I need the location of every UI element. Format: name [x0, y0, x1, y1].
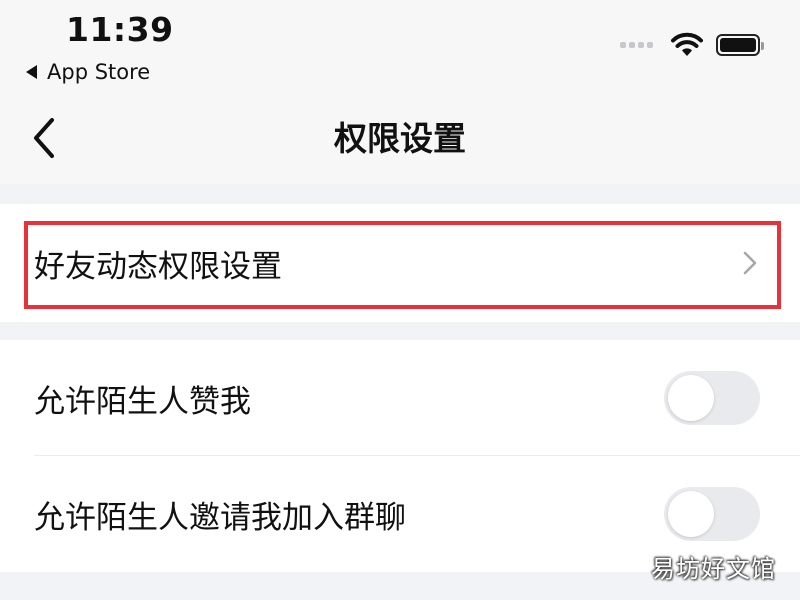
row-label: 允许陌生人赞我	[34, 383, 251, 420]
settings-row-friend-feed-permission[interactable]: 好友动态权限设置	[0, 204, 800, 322]
allow-stranger-like-toggle[interactable]	[664, 371, 760, 425]
status-time: 11:39	[66, 10, 174, 49]
toggle-knob	[668, 375, 714, 421]
settings-section-friends: 好友动态权限设置	[0, 204, 800, 322]
wifi-icon	[671, 32, 703, 56]
page-title: 权限设置	[334, 119, 466, 158]
toggle-knob	[668, 491, 714, 537]
signal-icon	[620, 42, 656, 48]
row-label: 允许陌生人邀请我加入群聊	[34, 499, 406, 536]
row-label: 好友动态权限设置	[34, 248, 282, 285]
status-indicators	[620, 32, 764, 58]
settings-row-allow-stranger-like: 允许陌生人赞我	[0, 340, 800, 456]
screen: 11:39 App Store 权限设置 好友动态权限设置 允许陌生人赞我 允许…	[0, 0, 800, 600]
back-to-app-link[interactable]: App Store	[26, 60, 150, 84]
back-triangle-icon	[26, 65, 37, 79]
allow-stranger-invite-toggle[interactable]	[664, 487, 760, 541]
watermark: 易坊好文馆	[651, 555, 776, 583]
header-area: 11:39 App Store 权限设置	[0, 0, 800, 184]
settings-section-strangers: 允许陌生人赞我 允许陌生人邀请我加入群聊	[0, 340, 800, 572]
chevron-right-icon	[743, 251, 757, 275]
back-app-label: App Store	[47, 60, 151, 84]
battery-icon	[716, 34, 764, 56]
